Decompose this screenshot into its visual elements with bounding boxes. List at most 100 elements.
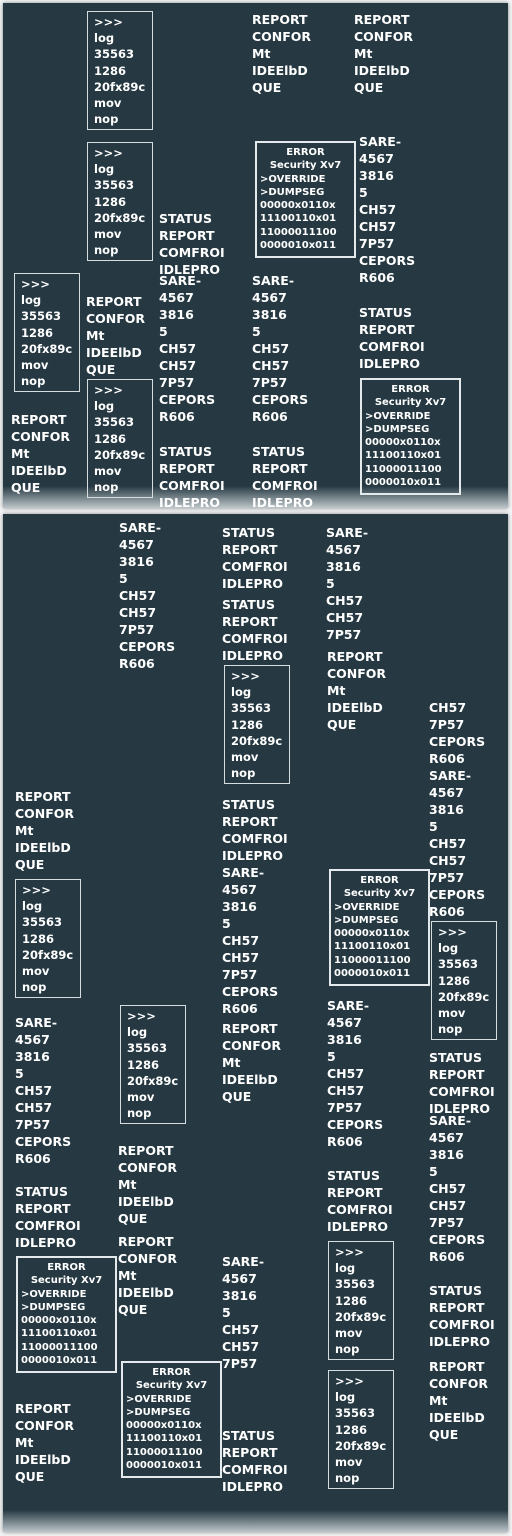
error-line: >OVERRIDE xyxy=(260,173,326,185)
text-line: 3816 xyxy=(327,1032,362,1047)
text-line: 3816 xyxy=(252,307,287,322)
text-block: CH57 7P57 CEPORS R606 xyxy=(429,699,508,767)
text-line: CH57 xyxy=(429,700,467,715)
text-block: SARE- 4567 3816 5 CH57 CH57 7P57 CEPORS R606 xyxy=(429,767,508,920)
text-line: IDLEPRO xyxy=(327,1219,388,1234)
text-line: 7P57 xyxy=(327,1100,363,1115)
log-line: nop xyxy=(94,112,119,127)
text-line: 7P57 xyxy=(222,1356,258,1371)
text-line: COMFROI xyxy=(222,1462,288,1477)
text-block: REPORT CONFOR Mt IDEElbD QUE xyxy=(11,411,91,496)
text-line: SARE- xyxy=(327,998,370,1013)
log-block: >>> log 35563 1286 20fx89c mov nop xyxy=(328,1370,394,1490)
text-line: CH57 xyxy=(15,1083,53,1098)
text-line: Mt xyxy=(252,46,271,61)
text-block: REPORT CONFOR Mt IDEElbD QUE xyxy=(327,648,407,733)
text-line: CEPORS xyxy=(252,392,309,407)
log-line: nop xyxy=(231,766,256,781)
text-line: 7P57 xyxy=(326,627,362,642)
text-line: STATUS xyxy=(222,1428,275,1443)
error-line: >OVERRIDE xyxy=(126,1393,192,1405)
text-line: REPORT xyxy=(222,542,278,557)
error-line: >OVERRIDE xyxy=(365,410,431,422)
text-line: QUE xyxy=(252,80,282,95)
text-line: STATUS xyxy=(222,797,275,812)
text-line: STATUS xyxy=(327,1168,380,1183)
text-line: REPORT xyxy=(327,649,383,664)
log-line: nop xyxy=(21,374,46,389)
text-line: Mt xyxy=(86,328,105,343)
text-line: CH57 xyxy=(222,1322,260,1337)
text-line: 3816 xyxy=(159,307,194,322)
text-line: 5 xyxy=(119,571,128,586)
text-line: REPORT xyxy=(429,1359,485,1374)
text-line: 4567 xyxy=(252,290,287,305)
text-line: COMFROI xyxy=(222,631,288,646)
error-line: >OVERRIDE xyxy=(21,1288,87,1300)
log-line: nop xyxy=(438,1022,463,1037)
log-line: 20fx89c xyxy=(231,733,283,748)
text-line: CH57 xyxy=(359,202,397,217)
text-line: SARE- xyxy=(119,520,162,535)
text-line: IDEElbD xyxy=(327,700,383,715)
text-line: CONFOR xyxy=(252,29,312,44)
log-line: nop xyxy=(22,980,47,995)
text-line: IDLEPRO xyxy=(222,1479,283,1494)
log-line: nop xyxy=(335,1342,360,1357)
text-line: SARE- xyxy=(429,1113,472,1128)
text-line: 3816 xyxy=(222,899,257,914)
text-block: REPORT CONFOR Mt IDEElbD QUE xyxy=(118,1142,198,1227)
bottom-panel: SARE- 4567 3816 5 CH57 CH57 7P57 CEPORS R606 STAT… xyxy=(3,514,508,1532)
text-line: STATUS xyxy=(359,305,412,320)
log-block: >>> log 35563 1286 20fx89c mov nop xyxy=(15,879,81,999)
text-line: 4567 xyxy=(429,1130,464,1145)
text-line: IDEElbD xyxy=(354,63,410,78)
log-line: >>> xyxy=(94,146,123,160)
text-line: CONFOR xyxy=(222,1038,282,1053)
text-line: CONFOR xyxy=(118,1251,178,1266)
text-line: R606 xyxy=(429,751,465,766)
text-line: REPORT xyxy=(15,1201,71,1216)
text-line: 4567 xyxy=(326,542,361,557)
text-line: STATUS xyxy=(159,211,212,226)
text-line: Mt xyxy=(15,1435,34,1450)
text-line: R606 xyxy=(429,904,465,919)
log-line: >>> xyxy=(127,1009,156,1023)
text-line: QUE xyxy=(15,857,45,872)
error-line: 00000x0110x xyxy=(365,437,441,449)
log-line: log xyxy=(94,162,115,177)
error-block: ERROR Security Xv7 >OVERRIDE >DUMPSEG 00000x… xyxy=(121,1361,222,1479)
text-line: CH57 xyxy=(429,1198,467,1213)
text-line: REPORT xyxy=(429,1067,485,1082)
error-line: ERROR xyxy=(152,1367,191,1378)
text-line: REPORT xyxy=(252,461,308,476)
text-line: QUE xyxy=(15,1469,45,1484)
text-line: IDLEPRO xyxy=(159,495,220,508)
text-line: IDEElbD xyxy=(222,1072,278,1087)
error-line: >OVERRIDE xyxy=(334,901,400,913)
text-line: CONFOR xyxy=(15,806,75,821)
log-line: 1286 xyxy=(94,63,127,78)
log-line: mov xyxy=(335,1455,363,1470)
text-line: IDLEPRO xyxy=(252,495,313,508)
text-line: COMFROI xyxy=(159,245,225,260)
text-block: SARE- 4567 3816 5 CH57 CH57 7P57 CEPORS R606 xyxy=(252,272,332,425)
text-line: CONFOR xyxy=(86,311,146,326)
log-block: >>> log 35563 1286 20fx89c mov nop xyxy=(87,379,153,499)
error-line: >DUMPSEG xyxy=(126,1406,191,1418)
text-line: REPORT xyxy=(15,1401,71,1416)
text-block: REPORT CONFOR Mt IDEElbD QUE xyxy=(252,11,332,96)
text-line: CH57 xyxy=(326,610,364,625)
text-line: CH57 xyxy=(429,1181,467,1196)
log-line: mov xyxy=(22,964,50,979)
error-block: ERROR Security Xv7 >OVERRIDE >DUMPSEG 00000x… xyxy=(16,1256,117,1374)
text-line: IDLEPRO xyxy=(359,356,420,371)
text-block: REPORT CONFOR Mt IDEElbD QUE xyxy=(118,1233,198,1318)
text-block: STATUS REPORT COMFROI IDLEPRO xyxy=(222,1427,302,1495)
text-line: REPORT xyxy=(86,294,142,309)
log-block: >>> log 35563 1286 20fx89c mov nop xyxy=(120,1005,186,1125)
text-line: QUE xyxy=(86,362,116,377)
log-line: 35563 xyxy=(127,1041,168,1056)
text-line: IDLEPRO xyxy=(222,648,283,663)
log-line: 1286 xyxy=(438,973,471,988)
